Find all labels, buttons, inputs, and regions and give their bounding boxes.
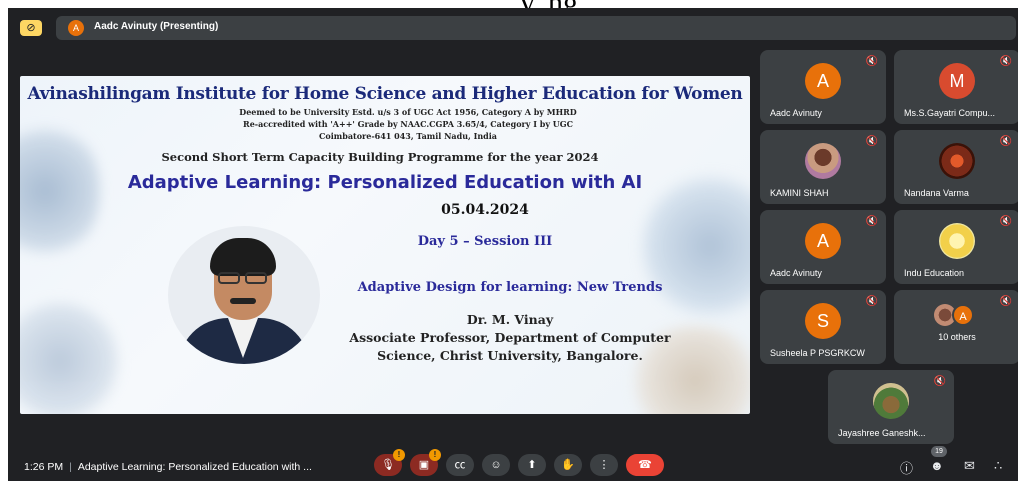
participant-name: Aadc Avinuty xyxy=(770,108,822,118)
raise-hand-icon: ✋ xyxy=(561,459,575,471)
participant-tile[interactable]: 🔇 KAMINI SHAH xyxy=(760,130,886,204)
mic-off-icon: 🔇 xyxy=(999,296,1012,307)
meeting-title: Adaptive Learning: Personalized Educatio… xyxy=(77,461,312,473)
presenting-label: Aadc Avinuty (Presenting) xyxy=(94,21,219,32)
captions-icon: ㏄ xyxy=(454,459,466,471)
presenting-chip[interactable]: A Aadc Avinuty (Presenting) xyxy=(56,16,1016,40)
session-topic: Adaptive Design for learning: New Trends xyxy=(357,280,663,295)
meeting-info: 1:26 PM | Adaptive Learning: Personalized … xyxy=(24,461,312,473)
activities-icon[interactable]: ∴ xyxy=(994,458,1002,474)
avatar: S xyxy=(805,303,841,339)
avatar xyxy=(805,143,841,179)
more-options-button[interactable]: ⋮ xyxy=(590,454,618,476)
more-vert-icon: ⋮ xyxy=(598,459,610,471)
warning-badge: ! xyxy=(429,449,441,461)
shared-slide: Avinashilingam Institute for Home Scienc… xyxy=(20,76,750,414)
participant-name: Aadc Avinuty xyxy=(770,268,822,278)
mic-off-icon: 🔇 xyxy=(933,376,946,387)
emoji-button[interactable]: ☺ xyxy=(482,454,510,476)
speaker-role-line-1: Associate Professor, Department of Compu… xyxy=(349,330,671,345)
others-tile[interactable]: 🔇 A 10 others xyxy=(894,290,1018,364)
avatar: A xyxy=(805,223,841,259)
mic-off-icon: 🔇 xyxy=(865,216,878,227)
event-title: Adaptive Learning: Personalized Educatio… xyxy=(127,172,643,193)
speaker-name: Dr. M. Vinay xyxy=(466,312,554,327)
emoji-icon: ☺ xyxy=(490,459,502,471)
participant-name: KAMINI SHAH xyxy=(770,188,829,198)
participant-name: Ms.S.Gayatri Compu... xyxy=(904,108,996,118)
decorative-smoke xyxy=(20,296,120,414)
institute-name: Avinashilingam Institute for Home Scienc… xyxy=(27,84,743,104)
event-date: 05.04.2024 xyxy=(441,202,529,218)
mic-off-icon: 🎙 xyxy=(381,459,395,471)
mic-off-icon: 🔇 xyxy=(865,136,878,147)
leave-call-button[interactable]: ☎ xyxy=(626,454,664,476)
people-icon[interactable]: ☻ xyxy=(930,458,944,473)
institute-subtitle-2: Re-accredited with 'A++' Grade by NAAC.C… xyxy=(243,119,573,129)
programme-title: Second Short Term Capacity Building Prog… xyxy=(161,150,599,164)
current-time: 1:26 PM xyxy=(24,461,64,473)
participant-tile[interactable]: 🔇 Indu Education xyxy=(894,210,1018,284)
raise-hand-button[interactable]: ✋ xyxy=(554,454,582,476)
top-bar: ⊘ A Aadc Avinuty (Presenting) xyxy=(8,16,1018,40)
avatar xyxy=(939,143,975,179)
institute-address: Coimbatore-641 043, Tamil Nadu, India xyxy=(319,131,497,141)
participant-tile[interactable]: 🔇 S Susheela P PSGRKCW xyxy=(760,290,886,364)
participant-tile[interactable]: 🔇 A Aadc Avinuty xyxy=(760,210,886,284)
participant-tile[interactable]: 🔇 A Aadc Avinuty xyxy=(760,50,886,124)
camera-toggle-button[interactable]: ▣ ! xyxy=(410,449,441,476)
avatar xyxy=(873,383,909,419)
mic-off-icon: 🔇 xyxy=(865,56,878,67)
mic-off-icon: 🔇 xyxy=(999,56,1012,67)
presenter-avatar: A xyxy=(68,20,84,36)
mic-toggle-button[interactable]: 🎙 ! xyxy=(374,449,405,476)
avatar: A xyxy=(805,63,841,99)
mic-off-icon: 🔇 xyxy=(865,296,878,307)
camera-off-icon: ▣ xyxy=(418,459,430,471)
avatar: M xyxy=(939,63,975,99)
warning-badge: ! xyxy=(393,449,405,461)
participant-tile[interactable]: 🔇 M Ms.S.Gayatri Compu... xyxy=(894,50,1018,124)
avatar: A xyxy=(952,304,974,326)
meet-window: ⊘ A Aadc Avinuty (Presenting) Avinashili… xyxy=(8,8,1018,481)
info-icon[interactable]: ⓘ xyxy=(900,458,913,477)
hangup-icon: ☎ xyxy=(638,459,652,471)
captions-button[interactable]: ㏄ xyxy=(446,454,474,476)
camera-off-icon[interactable]: ⊘ xyxy=(20,20,42,36)
others-count-label: 10 others xyxy=(938,332,976,342)
participant-tile[interactable]: 🔇 Jayashree Ganeshk... xyxy=(828,370,954,444)
avatar xyxy=(939,223,975,259)
mic-off-icon: 🔇 xyxy=(999,136,1012,147)
bottom-bar: 1:26 PM | Adaptive Learning: Personalized … xyxy=(8,446,1018,481)
session-day: Day 5 – Session III xyxy=(417,234,553,249)
participant-name: Jayashree Ganeshk... xyxy=(838,428,926,438)
participant-tile[interactable]: 🔇 Nandana Varma xyxy=(894,130,1018,204)
speaker-role-line-2: Science, Christ University, Bangalore. xyxy=(377,348,643,363)
participant-name: Susheela P PSGRKCW xyxy=(770,348,865,358)
participant-name: Indu Education xyxy=(904,268,965,278)
mic-off-icon: 🔇 xyxy=(999,216,1012,227)
participant-name: Nandana Varma xyxy=(904,188,969,198)
present-button[interactable]: ⬆ xyxy=(518,454,546,476)
participant-count-badge: 19 xyxy=(931,446,947,457)
chat-icon[interactable]: ✉ xyxy=(964,458,975,474)
present-icon: ⬆ xyxy=(527,459,537,471)
institute-subtitle-1: Deemed to be University Estd. u/s 3 of U… xyxy=(239,107,577,117)
